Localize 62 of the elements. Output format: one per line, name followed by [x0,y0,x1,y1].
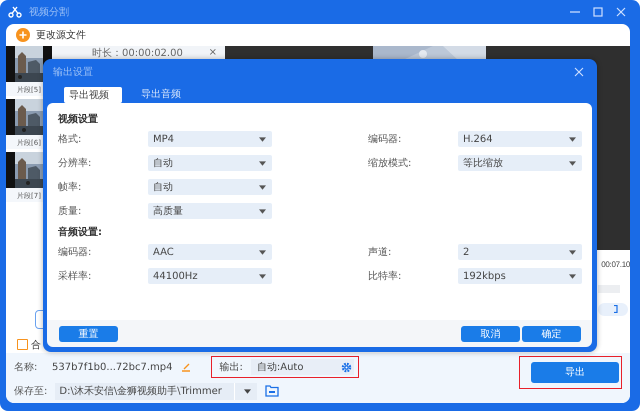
save-label: 保存至: [14,385,48,398]
close-icon[interactable] [616,7,626,17]
maximize-icon[interactable] [593,7,603,17]
folder-icon[interactable] [265,385,280,397]
caret-icon [259,274,266,278]
reset-button[interactable]: 重置 [59,326,118,342]
change-source-button[interactable]: 更改源文件 [16,28,86,42]
tab[interactable]: 导出音频 [132,84,190,103]
dropdown[interactable]: 44100Hz [148,268,272,284]
checkbox[interactable] [17,339,28,350]
duration-text: 时长：00:00:02.00 [92,46,183,60]
ok-button[interactable]: 确定 [522,326,581,342]
pencil-icon[interactable] [180,362,190,372]
field-label: 帧率: [58,180,82,194]
scissors-icon [8,6,22,18]
output-field[interactable]: 自动:Auto [250,359,354,375]
field-label: 质量: [58,204,82,218]
name-label: 名称: [14,361,38,374]
dropdown[interactable]: 192kbps [458,268,582,284]
dropdown[interactable]: 2 [458,244,582,260]
window-title: 视频分割 [29,6,69,19]
caret-icon [569,160,576,166]
dropdown[interactable]: 自动 [148,179,272,195]
merge-label: 合 [31,338,41,352]
field-label: 采样率: [58,270,92,283]
field-label: 缩放模式: [368,156,412,170]
dropdown[interactable]: H.264 [458,131,582,147]
caret-icon [259,184,266,190]
caret-icon [259,160,266,166]
field-label: 比特率: [368,270,402,283]
dropdown[interactable]: 自动 [148,155,272,171]
dialog-title: 输出设置 [53,66,93,78]
export-button[interactable]: 导出 [531,362,619,382]
field-label: 分辨率: [58,156,92,170]
output-label: 输出: [220,360,243,374]
caret-icon [259,136,266,142]
close-icon[interactable] [574,66,584,76]
section-title: 音频设置: [58,225,103,237]
cancel-button[interactable]: 取消 [461,326,520,342]
caret-icon [569,274,576,278]
dropdown[interactable]: 等比缩放 [458,155,582,171]
dropdown[interactable]: 高质量 [148,203,272,219]
field-label: 声道: [368,246,392,259]
file-name: 537b7f1b0...72bc7.mp4 [52,362,172,372]
toggle-button[interactable] [598,302,628,316]
field-label: 编码器: [368,132,402,146]
timeline-bar [598,284,620,293]
bracket-icon [614,305,618,314]
caret-icon [259,208,266,214]
field-label: 格式: [58,132,82,146]
dropdown[interactable]: MP4 [148,131,272,147]
dropdown[interactable]: AAC [148,244,272,260]
caret-icon [244,388,252,394]
close-clip-button[interactable]: × [208,47,217,58]
save-path-dropdown[interactable]: D:\沐禾安信\金狮视频助手\Trimmer [55,382,258,400]
caret-icon [569,136,576,142]
tab[interactable]: 导出视频 [64,87,122,103]
time-text: 00:07.10 [601,260,630,269]
settings-icon[interactable] [340,362,352,372]
section-title: 视频设置 [58,112,99,124]
plus-icon [16,28,30,42]
field-label: 编码器: [58,246,92,259]
